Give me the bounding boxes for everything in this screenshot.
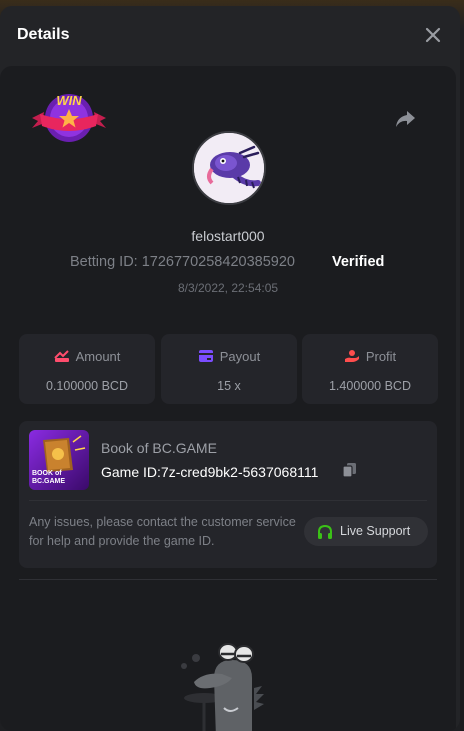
stat-amount-value: 0.100000 BCD	[45, 379, 128, 393]
betting-id-label: Betting ID:	[70, 254, 138, 270]
card-divider	[29, 500, 427, 501]
stat-payout-label: Payout	[219, 349, 261, 364]
stat-amount-label: Amount	[75, 349, 121, 364]
win-badge-text: WIN	[56, 93, 82, 108]
stat-payout: Payout 15 x	[161, 334, 297, 404]
details-modal: Details WIN felostart000 Betting ID: 172…	[0, 6, 460, 731]
stat-payout-value: 15 x	[217, 379, 241, 393]
game-id-value: 7z-cred9bk2-5637068111	[160, 464, 319, 480]
stat-profit-label: Profit	[365, 349, 397, 364]
support-message: Any issues, please contact the customer …	[29, 515, 296, 548]
crocodile-mascot	[174, 638, 284, 731]
username: felostart000	[191, 228, 265, 244]
share-arrow-icon	[396, 111, 415, 127]
game-name[interactable]: Book of BC.GAME	[101, 440, 217, 456]
game-id-row: Game ID:7z-cred9bk2-5637068111	[101, 464, 318, 480]
details-content: WIN felostart000 Betting ID: 17267702584…	[0, 66, 456, 731]
copy-icon	[342, 463, 356, 478]
game-card: BOOK of BC.GAME Book of BC.GAME Game ID:…	[19, 421, 437, 568]
section-divider	[19, 579, 437, 580]
win-badge: WIN	[30, 90, 108, 148]
game-thumbnail[interactable]: BOOK of BC.GAME	[29, 430, 89, 490]
modal-header: Details	[0, 6, 460, 64]
share-button[interactable]	[392, 106, 418, 132]
payout-card-icon	[198, 350, 213, 362]
live-support-label: Live Support	[340, 524, 411, 538]
betting-id-row: Betting ID: 1726770258420385920	[70, 254, 295, 270]
headset-icon	[318, 524, 332, 539]
game-thumb-text: BOOK of BC.GAME	[32, 470, 66, 485]
close-icon	[425, 27, 441, 43]
stat-amount: Amount 0.100000 BCD	[19, 334, 155, 404]
avatar	[192, 131, 266, 205]
stat-profit: Profit 1.400000 BCD	[302, 334, 438, 404]
game-id-label: Game ID:	[101, 464, 161, 480]
modal-title: Details	[17, 26, 70, 43]
scrollbar-track[interactable]	[460, 60, 464, 731]
copy-button[interactable]	[341, 461, 359, 479]
amount-icon	[53, 350, 69, 362]
betting-id-value: 1726770258420385920	[141, 254, 295, 270]
profit-hand-icon	[344, 350, 359, 362]
stat-profit-value: 1.400000 BCD	[328, 379, 411, 393]
close-button[interactable]	[422, 24, 444, 46]
verified-link[interactable]: Verified	[332, 254, 384, 270]
live-support-button[interactable]: Live Support	[304, 517, 428, 546]
bet-timestamp: 8/3/2022, 22:54:05	[177, 281, 279, 295]
